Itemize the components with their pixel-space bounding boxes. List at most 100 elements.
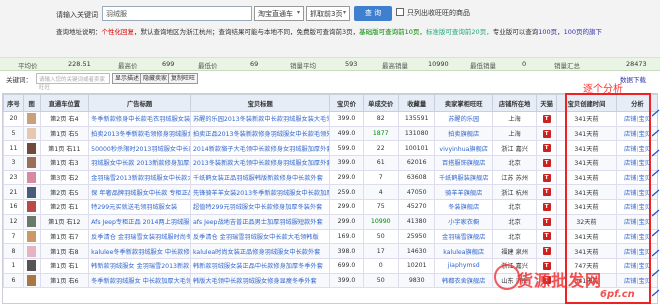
product-image[interactable] — [27, 274, 37, 286]
product-title[interactable]: 2013冬装新款大毛领中长款修身羽绒服女加厚外套 — [189, 155, 331, 171]
product-thumbnail[interactable] — [22, 257, 41, 274]
product-title[interactable]: 韩版大毛领中长款羽绒服女修身显瘦冬季外套 — [189, 272, 331, 289]
table-row[interactable]: 20 第2页 右4冬季新款修身中长款毛衣羽绒服女装外套苏醒的乐园2013冬装新款中… — [3, 111, 657, 127]
product-thumbnail[interactable] — [22, 140, 41, 157]
keyword-input[interactable]: 羽绒服 — [102, 6, 252, 21]
seller-name[interactable]: 拍卖旗舰店 — [434, 125, 493, 142]
ad-title[interactable]: 冬季新款羽绒服女 中长款加厚大毛领 — [88, 272, 191, 289]
ad-title[interactable]: 反季清仓 金羽瑞雪女装羽绒服时尚冬装 — [88, 228, 191, 245]
product-thumbnail[interactable] — [22, 155, 41, 171]
product-title[interactable]: 先锋骑羊羊女装2013冬季新款羽绒服女中长款加厚 — [189, 184, 331, 201]
ad-title[interactable]: 金羽瑞雪2013新款羽绒服女中长款大毛领 — [88, 169, 191, 186]
col-header[interactable]: 序号 — [3, 94, 24, 112]
seller-name[interactable]: 冬装旗舰店 — [434, 199, 493, 215]
product-thumbnail[interactable] — [22, 243, 41, 259]
seller-name[interactable]: 骑羊羊旗舰店 — [434, 184, 493, 201]
product-image[interactable] — [27, 113, 37, 125]
hide-seller-button[interactable]: 隐藏卖家 — [140, 73, 171, 84]
product-title[interactable]: 超值特299元羽绒服女中长款修身加厚冬装外套 — [189, 199, 331, 215]
seller-name[interactable]: 百搭服饰旗舰店 — [434, 155, 493, 171]
product-image[interactable] — [27, 216, 37, 228]
product-title[interactable]: 苏醒的乐园2013冬装新款中长款羽绒服女装大毛领 — [189, 111, 331, 127]
product-image[interactable] — [27, 157, 37, 169]
table-row[interactable]: 5 第1页 右5拍卖2013冬季新款毛领修身羽绒服女中长款拍卖正品2013冬装新款… — [3, 125, 657, 142]
stat-value: 593 — [345, 60, 358, 68]
table-row[interactable]: 23 第3页 右2金羽瑞雪2013新款羽绒服女中长款大毛领千纸鹤女装正品羽绒服韩版… — [3, 169, 657, 186]
product-title[interactable]: kalulea时尚女装正品修身羽绒服女中长款外套 — [189, 243, 331, 259]
product-title[interactable]: 韩新款羽绒服女装正品中长款修身加厚冬季外套 — [189, 257, 331, 274]
table-row[interactable]: 11 第1页 右11 50000秒杀限时2013羽绒服女中长款 2014新款貉子大毛领… — [3, 140, 657, 157]
product-title[interactable]: afs Jeep战地吉普正品男士加厚羽绒服短款外套 — [189, 213, 331, 230]
table-row[interactable]: 3 第1页 右3羽绒服女中长款 2013新款修身加厚外套2013冬装新款大毛领中长… — [3, 155, 657, 171]
col-header[interactable]: 广告标题 — [88, 94, 191, 112]
stat-value: 0 — [522, 60, 527, 68]
wangwang-only-checkbox[interactable] — [396, 8, 404, 16]
seller-name[interactable]: jiaphymsd — [434, 257, 493, 274]
platform-select[interactable]: 淘宝直通车 ▾ — [254, 6, 304, 21]
chevron-down-icon: ▾ — [342, 9, 346, 16]
col-header[interactable]: 单成交价 — [362, 94, 399, 112]
col-header[interactable]: 宝贝标题 — [189, 94, 331, 112]
product-image[interactable] — [27, 128, 37, 140]
ad-title[interactable]: 特299元买就送毛领羽绒服女装 — [88, 199, 191, 215]
seller-name[interactable]: 韩都衣舍旗舰店 — [434, 272, 493, 289]
row-index: 16 — [3, 199, 24, 215]
tmall-badge: T — [536, 155, 558, 171]
product-thumbnail[interactable] — [22, 125, 41, 142]
col-header[interactable]: 卖家掌柜旺旺 — [434, 94, 493, 112]
product-image[interactable] — [27, 172, 37, 184]
product-image[interactable] — [27, 142, 37, 154]
product-image[interactable] — [27, 245, 37, 257]
product-thumbnail[interactable] — [22, 111, 41, 127]
product-thumbnail[interactable] — [22, 272, 41, 289]
ad-title[interactable]: 保 年奢品牌羽绒服女中长款 专柜正品 — [88, 184, 191, 201]
col-header[interactable]: 店铺所在地 — [491, 94, 538, 112]
table-row[interactable]: 8 第1页 右8 kalulee冬季新款羽绒服女 中长款修身 kalulea时尚女装正… — [3, 243, 657, 259]
seller-name[interactable]: 金羽瑞雪旗舰店 — [434, 228, 493, 245]
seller-name[interactable]: 小宇家衣橱 — [434, 213, 493, 230]
ad-title[interactable]: 冬季新款修身中长款毛衣羽绒服女装外套 — [88, 111, 191, 127]
table-row[interactable]: 21 第2页 右5 保 年奢品牌羽绒服女中长款 专柜正品 先锋骑羊羊女装2013冬季新… — [3, 184, 657, 201]
col-header[interactable]: 收藏量 — [397, 94, 436, 112]
product-image[interactable] — [27, 260, 37, 272]
ad-title[interactable]: 拍卖2013冬季新款毛领修身羽绒服女中长款 — [88, 125, 191, 142]
data-download-link[interactable]: 数据下载 — [620, 74, 646, 84]
table-row[interactable]: 7 第1页 右7 反季清仓 金羽瑞雪女装羽绒服时尚冬装 反季清仓 金羽瑞雪羽绒服女中长… — [3, 228, 657, 245]
copy-wangwang-button[interactable]: 复制旺旺 — [168, 73, 199, 84]
ad-title[interactable]: 羽绒服女中长款 2013新款修身加厚外套 — [88, 155, 191, 171]
price: 499.0 — [329, 125, 364, 142]
query-button[interactable]: 查 询 — [354, 6, 392, 21]
product-title[interactable]: 2014新款貉子大毛领中长款修身女羽绒服加厚外套 — [189, 140, 331, 157]
deal-count: 1877 — [362, 125, 399, 142]
seller-name[interactable]: 苏醒的乐园 — [434, 111, 493, 127]
product-image[interactable] — [27, 230, 37, 242]
stat-key: 销量汇总 — [554, 62, 580, 70]
col-header[interactable]: 直通车位置 — [39, 94, 90, 112]
platform-value: 淘宝直通车 — [258, 10, 293, 18]
product-title[interactable]: 拍卖正品2013冬装新款修身羽绒服女中长款毛领外套 — [189, 125, 331, 142]
seller-name[interactable]: vivyinhua旗舰店 — [434, 140, 493, 157]
product-thumbnail[interactable] — [22, 228, 41, 245]
ad-title[interactable]: 韩新款羽绒服女 金羽瑞雪2013新款 — [88, 257, 191, 274]
product-title[interactable]: 千纸鹤女装正品羽绒服韩版新款修身中长款外套 — [189, 169, 331, 186]
table-row[interactable]: 12 第1页 右12Afs Jeep专柜正品 2014两上羽绒服女装afs Jee… — [3, 213, 657, 230]
favorite-count: 10201 — [397, 257, 436, 274]
ad-title[interactable]: kalulee冬季新款羽绒服女 中长款修身 — [88, 243, 191, 259]
seller-name[interactable]: 千纸鹤服装旗舰店 — [434, 169, 493, 186]
product-thumbnail[interactable] — [22, 213, 41, 230]
table-row[interactable]: 16 第2页 右1 特299元买就送毛领羽绒服女装 超值特299元羽绒服女中长款修身加… — [3, 199, 657, 215]
pages-select[interactable]: 抓取前3页 ▾ — [306, 6, 350, 21]
ad-title[interactable]: 50000秒杀限时2013羽绒服女中长款 — [88, 140, 191, 157]
product-thumbnail[interactable] — [22, 199, 41, 215]
product-thumbnail[interactable] — [22, 184, 41, 201]
col-header: 天猫 — [536, 94, 558, 112]
product-image[interactable] — [27, 201, 37, 213]
show-desc-button[interactable]: 显示描述 — [112, 73, 143, 84]
product-thumbnail[interactable] — [22, 169, 41, 186]
product-image[interactable] — [27, 186, 37, 198]
seller-name[interactable]: kalulea旗舰店 — [434, 243, 493, 259]
filter-input[interactable]: 请输入您的关键词或者卖家旺旺 — [36, 73, 110, 91]
ad-title[interactable]: Afs Jeep专柜正品 2014两上羽绒服女装 — [88, 213, 191, 230]
col-header[interactable]: 宝贝价 — [329, 94, 364, 112]
product-title[interactable]: 反季清仓 金羽瑞雪羽绒服女中长款大毛领韩版 — [189, 228, 331, 245]
